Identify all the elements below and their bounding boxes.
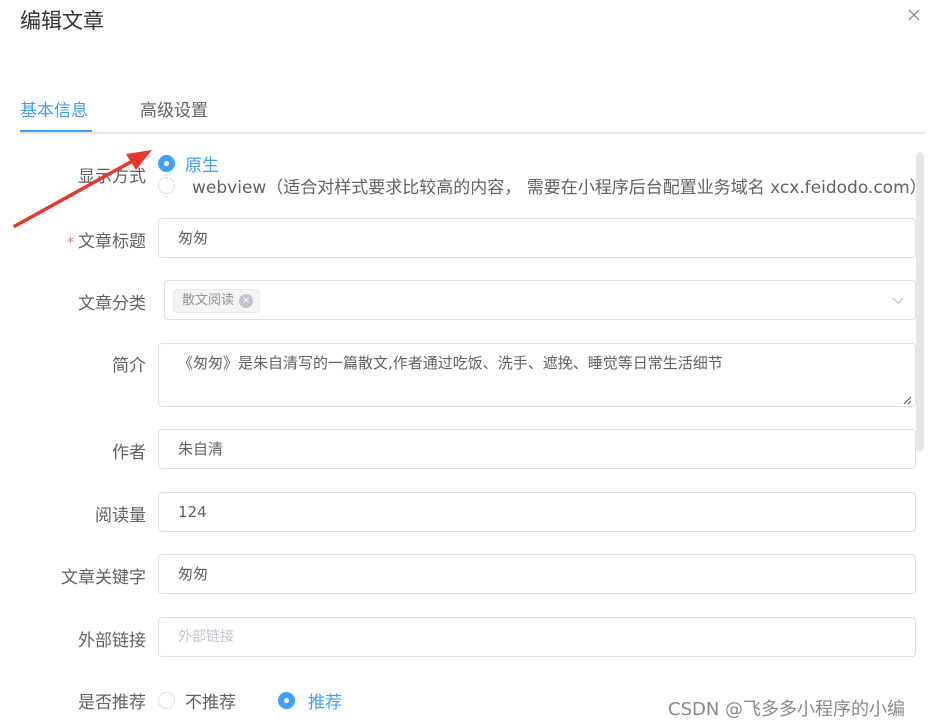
tab-bar: 基本信息 高级设置 [20, 96, 926, 134]
recommend-yes-radio[interactable]: 推荐 [278, 688, 342, 713]
required-star: * [67, 235, 74, 251]
read-count-input[interactable]: 124 [158, 492, 916, 532]
article-category-select[interactable]: 散文阅读 × [164, 280, 916, 320]
radio-unchecked-icon [158, 692, 175, 709]
external-link-input[interactable]: 外部链接 [158, 617, 916, 657]
close-icon[interactable] [905, 6, 923, 24]
dialog-title: 编辑文章 [20, 9, 104, 33]
article-title-input[interactable]: 匆匆 [158, 218, 916, 258]
resize-handle-icon[interactable] [902, 395, 912, 405]
keywords-label: 文章关键字 [61, 568, 146, 588]
summary-label: 简介 [112, 356, 146, 376]
tab-basic-info[interactable]: 基本信息 [20, 98, 88, 132]
article-title-label: * 文章标题 [67, 227, 146, 252]
display-mode-label: 显示方式 [78, 167, 146, 187]
radio-unchecked-icon [158, 177, 175, 194]
read-count-label: 阅读量 [95, 506, 146, 526]
category-tag-label: 散文阅读 [182, 293, 235, 308]
summary-textarea[interactable]: 《匆匆》是朱自清写的一篇散文,作者通过吃饭、洗手、遮挽、睡觉等日常生活细节 [158, 343, 916, 407]
keywords-input[interactable]: 匆匆 [158, 554, 916, 594]
tab-advanced-settings[interactable]: 高级设置 [140, 98, 208, 132]
author-input[interactable]: 朱自清 [158, 429, 916, 469]
recommend-no-label: 不推荐 [185, 693, 236, 713]
category-tag: 散文阅读 × [173, 289, 261, 313]
watermark: CSDN @飞多多小程序的小编 [668, 699, 906, 720]
external-link-label: 外部链接 [78, 631, 146, 651]
article-category-label: 文章分类 [78, 294, 146, 314]
display-mode-webview-label: webview（适合对样式要求比较高的内容， 需要在小程序后台配置业务域名 xc… [192, 178, 927, 198]
recommend-no-radio[interactable]: 不推荐 [158, 688, 236, 713]
recommend-label: 是否推荐 [78, 693, 146, 713]
chevron-down-icon[interactable] [891, 293, 905, 307]
article-title-label-text: 文章标题 [78, 232, 146, 252]
radio-checked-icon [158, 155, 175, 172]
article-form: 显示方式 原生 webview（适合对样式要求比较高的内容， 需要在小程序后台配… [0, 140, 934, 726]
recommend-yes-label: 推荐 [308, 693, 342, 713]
author-label: 作者 [112, 443, 146, 463]
radio-checked-icon [278, 692, 295, 709]
tag-close-icon[interactable]: × [239, 294, 254, 308]
vertical-scrollbar[interactable] [916, 152, 924, 452]
display-mode-webview-radio[interactable]: webview（适合对样式要求比较高的内容， 需要在小程序后台配置业务域名 xc… [158, 173, 927, 198]
tab-active-indicator [20, 130, 92, 132]
